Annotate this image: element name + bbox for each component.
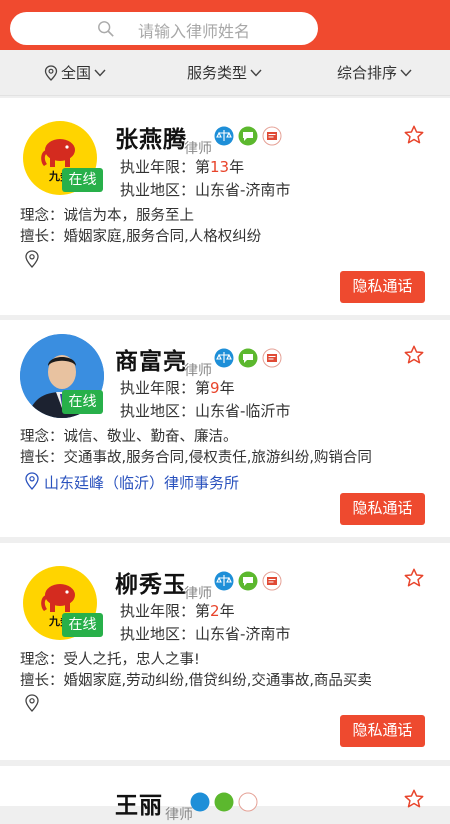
- online-badge: 在线: [62, 168, 103, 192]
- search-placeholder: 请输入律师姓名: [138, 22, 251, 41]
- search-icon: [98, 21, 114, 37]
- practice-region: 执业地区：山东省-济南市: [120, 181, 291, 199]
- years-value: 9: [210, 379, 220, 397]
- filter-region[interactable]: 全国: [44, 62, 106, 83]
- online-badge: 在线: [62, 613, 103, 637]
- credential-badges: [214, 126, 282, 146]
- years-value: 2: [210, 602, 220, 620]
- chevron-down-icon: [400, 69, 412, 77]
- chat-icon: [238, 348, 258, 368]
- expertise: 擅长：婚姻家庭,劳动纠纷,借贷纠纷,交通事故,商品买卖: [20, 673, 372, 689]
- scale-icon: [214, 126, 234, 146]
- chevron-down-icon: [250, 69, 262, 77]
- lawyer-card[interactable]: 王丽 律师: [0, 766, 450, 823]
- credential-badges: [214, 348, 282, 368]
- filter-region-label: 全国: [61, 64, 92, 82]
- location-pin-icon: [25, 694, 39, 712]
- region-value: 山东省-济南市: [195, 181, 291, 199]
- private-call-button[interactable]: 隐私通话: [340, 715, 425, 747]
- scale-icon: [214, 571, 234, 591]
- filter-service-type[interactable]: 服务类型: [187, 62, 262, 83]
- years-value: 13: [210, 158, 230, 176]
- chat-icon: [238, 571, 258, 591]
- certificate-icon: [262, 348, 282, 368]
- practice-region: 执业地区：山东省-临沂市: [120, 402, 291, 420]
- lawyer-card[interactable]: 九务 在线 柳秀玉 律师 执业年限：第2年 执业地区：山东省-济南市 理念：受人…: [0, 543, 450, 760]
- philosophy: 理念：受人之托，忠人之事!: [20, 652, 200, 668]
- lawyer-title: 律师: [184, 141, 212, 157]
- chat-icon: [214, 792, 234, 812]
- credential-badges: [214, 571, 282, 591]
- lawyer-title: 律师: [165, 807, 193, 823]
- location-pin-icon: [25, 472, 39, 490]
- law-firm-link[interactable]: 山东廷峰（临沂）律师事务所: [44, 472, 239, 493]
- lawyer-name[interactable]: 商富亮: [115, 342, 187, 376]
- filter-service-label: 服务类型: [187, 64, 248, 82]
- certificate-icon: [262, 126, 282, 146]
- location-pin-icon: [44, 64, 58, 81]
- favorite-star-icon[interactable]: [403, 567, 425, 589]
- private-call-button[interactable]: 隐私通话: [340, 271, 425, 303]
- region-value: 山东省-济南市: [195, 625, 291, 643]
- practice-region: 执业地区：山东省-济南市: [120, 625, 291, 643]
- lawyer-name[interactable]: 王丽: [115, 786, 163, 820]
- lawyer-name[interactable]: 柳秀玉: [115, 565, 187, 599]
- certificate-icon: [238, 792, 258, 812]
- practice-years: 执业年限：第13年: [120, 158, 245, 176]
- philosophy: 理念：诚信为本，服务至上: [20, 208, 194, 224]
- online-badge: 在线: [62, 390, 103, 414]
- practice-years: 执业年限：第2年: [120, 602, 235, 620]
- philosophy: 理念：诚信、敬业、勤奋、廉洁。: [20, 429, 238, 445]
- lawyer-card[interactable]: 在线 商富亮 律师 执业年限：第9年 执业地区：山东省-临沂市 理念：诚信、敬业…: [0, 320, 450, 537]
- search-input[interactable]: 请输入律师姓名: [10, 12, 318, 45]
- favorite-star-icon[interactable]: [403, 788, 425, 810]
- scale-icon: [190, 792, 210, 812]
- lawyer-card[interactable]: 九务 在线 张燕腾 律师 执业年限：第13年 执业地区：山东省-济南市 理念：诚…: [0, 98, 450, 315]
- region-value: 山东省-临沂市: [195, 402, 291, 420]
- chevron-down-icon: [94, 69, 106, 77]
- lawyer-name[interactable]: 张燕腾: [115, 120, 187, 154]
- top-bar: 请输入律师姓名: [0, 0, 450, 50]
- expertise: 擅长：婚姻家庭,服务合同,人格权纠纷: [20, 229, 262, 245]
- expertise: 擅长：交通事故,服务合同,侵权责任,旅游纠纷,购销合同: [20, 450, 372, 466]
- private-call-button[interactable]: 隐私通话: [340, 493, 425, 525]
- chat-icon: [238, 126, 258, 146]
- certificate-icon: [262, 571, 282, 591]
- filter-sort-label: 综合排序: [337, 64, 398, 82]
- filter-bar: 全国 服务类型 综合排序: [0, 50, 450, 96]
- location-pin-icon: [25, 250, 39, 268]
- favorite-star-icon[interactable]: [403, 124, 425, 146]
- credential-badges: [190, 792, 258, 812]
- scale-icon: [214, 348, 234, 368]
- practice-years: 执业年限：第9年: [120, 379, 235, 397]
- favorite-star-icon[interactable]: [403, 344, 425, 366]
- filter-sort[interactable]: 综合排序: [337, 62, 412, 83]
